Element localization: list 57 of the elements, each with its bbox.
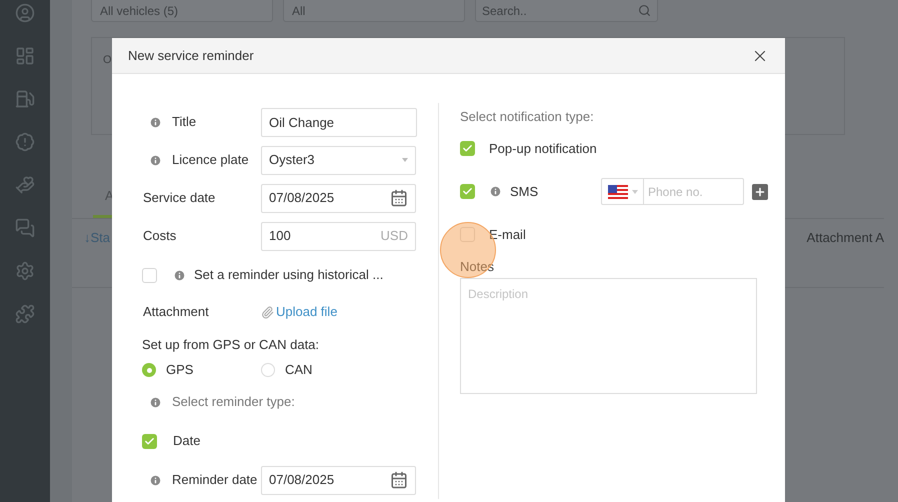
field-label: Licence plate (172, 151, 249, 170)
upload-link[interactable]: Upload file (261, 302, 338, 322)
dashboard-icon[interactable] (15, 46, 35, 66)
group-label: Set up from GPS or CAN data: (142, 336, 320, 354)
field-label: Title (172, 113, 196, 132)
chat-icon[interactable] (15, 218, 35, 238)
check-icon (462, 143, 473, 154)
checkbox-label: Date (173, 432, 200, 450)
paperclip-icon (261, 306, 274, 318)
cost-field[interactable]: 100 USD (261, 222, 416, 250)
filter-select[interactable]: All vehicles (5) (91, 0, 273, 22)
section-label: Select reminder type: (172, 393, 295, 412)
hand-icon[interactable] (15, 175, 35, 195)
dialog-title: New service reminder (128, 46, 254, 65)
checkbox[interactable] (460, 184, 475, 199)
phone-input[interactable]: Phone no. (644, 182, 739, 200)
field-label: Costs (143, 227, 176, 246)
check-icon (462, 186, 473, 197)
filter-select[interactable]: All (283, 0, 465, 22)
radio-label: CAN (285, 361, 312, 380)
checkbox[interactable] (142, 268, 157, 282)
card-label: O (103, 53, 112, 68)
select-field[interactable]: Oyster3 (261, 146, 416, 174)
field-label: Attachment (143, 303, 209, 322)
plus-icon (754, 186, 766, 198)
checkbox[interactable] (142, 434, 157, 448)
settings-icon[interactable] (15, 261, 35, 281)
checkbox-label: Set a reminder using historical ... (194, 266, 384, 284)
search-icon[interactable] (638, 4, 651, 16)
column-header: Attachment A (806, 229, 884, 247)
alert-icon[interactable] (15, 132, 35, 152)
section-label: Select notification type: (460, 108, 595, 126)
flag-icon[interactable] (608, 184, 628, 198)
search-field[interactable]: Search.. (475, 0, 658, 22)
add-button[interactable] (752, 184, 768, 200)
notes-field[interactable]: Description (460, 278, 757, 394)
calendar-icon[interactable] (390, 189, 408, 207)
field-label: Reminder date (172, 471, 258, 490)
date-field[interactable]: 07/08/2025 (261, 184, 416, 212)
check-icon (144, 436, 155, 446)
checkbox-label: SMS (510, 182, 538, 201)
radio-button[interactable] (261, 363, 275, 377)
radio-button[interactable] (142, 363, 156, 377)
checkbox-label: Pop-up notification (489, 140, 597, 158)
user-icon[interactable] (15, 3, 35, 23)
caret-icon (632, 190, 638, 194)
text-field[interactable]: Oil Change (261, 108, 417, 136)
field-label: Service date (143, 189, 216, 208)
checkbox-label: E-mail (489, 226, 526, 244)
country-phone-field[interactable]: Phone no. (601, 178, 744, 205)
calendar-icon[interactable] (390, 471, 408, 489)
fuel-icon[interactable] (15, 89, 35, 109)
caret-icon (402, 158, 408, 162)
puzzle-icon[interactable] (15, 304, 35, 324)
radio-label: GPS (166, 361, 194, 380)
date-field[interactable]: 07/08/2025 (261, 466, 416, 494)
checkbox[interactable] (460, 141, 475, 156)
